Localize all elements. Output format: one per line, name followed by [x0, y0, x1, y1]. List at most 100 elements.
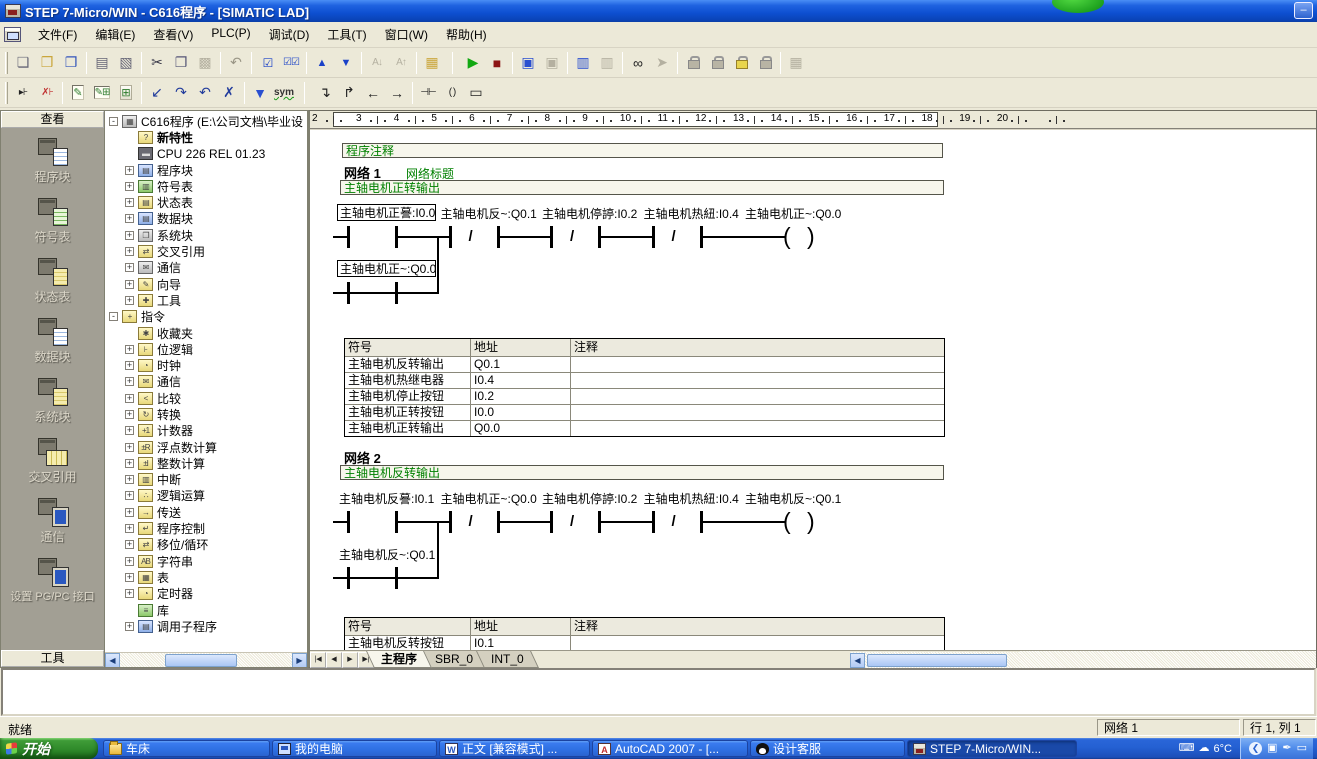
- contact[interactable]: [550, 511, 553, 533]
- new-button[interactable]: ❏: [11, 51, 35, 75]
- rollback-icon[interactable]: ❮: [1248, 742, 1262, 755]
- tree-item-12[interactable]: - + 指令: [105, 309, 307, 325]
- tree-item-5[interactable]: + ▤ 状态表: [105, 194, 307, 210]
- view-lad-button[interactable]: ✎⊞: [90, 81, 114, 105]
- tree-item-17[interactable]: + < 比较: [105, 390, 307, 406]
- coil[interactable]: (: [783, 224, 791, 248]
- save-all-button[interactable]: ❐: [59, 51, 83, 75]
- cut-button[interactable]: ✂: [145, 51, 169, 75]
- symbol-table-cell[interactable]: [570, 373, 944, 388]
- symbol-table-cell[interactable]: Q0.1: [470, 357, 570, 372]
- expand-icon[interactable]: +: [125, 475, 134, 485]
- expand-icon[interactable]: +: [125, 361, 134, 371]
- ladder-cell-label[interactable]: 主轴电机正~:Q0.0: [745, 206, 841, 223]
- contact[interactable]: [448, 511, 452, 533]
- output-window[interactable]: [1, 668, 1316, 716]
- compile-button[interactable]: ☑: [255, 51, 279, 75]
- paste-button[interactable]: ▩: [193, 51, 217, 75]
- coil[interactable]: ): [807, 509, 815, 533]
- expand-icon[interactable]: +: [125, 524, 134, 534]
- coil[interactable]: ): [807, 224, 815, 248]
- collapse-icon[interactable]: -: [109, 116, 118, 126]
- tree-item-30[interactable]: ≡ 库: [105, 602, 307, 618]
- unforce-all-button[interactable]: [753, 51, 777, 75]
- first-pou-button[interactable]: |◀: [310, 652, 326, 668]
- sidebar-item-设置 PG/PC 接口[interactable]: 设置 PG/PC 接口: [1, 558, 104, 604]
- tab-horizontal-scrollbar[interactable]: ◀: [850, 652, 1020, 668]
- network-comment-box[interactable]: 主轴电机正转输出: [340, 180, 944, 195]
- symbol-table-cell[interactable]: 主轴电机热继电器: [345, 373, 470, 388]
- taskbar-button-STEP 7-Micro/WIN...[interactable]: STEP 7-Micro/WIN...: [907, 740, 1077, 757]
- view-project-button[interactable]: ✎: [66, 81, 90, 105]
- expand-icon[interactable]: +: [125, 198, 134, 208]
- menu-item-1[interactable]: 编辑(E): [86, 22, 144, 47]
- tree-item-19[interactable]: + +1 计数器: [105, 423, 307, 439]
- contact-button[interactable]: ⊣⊢: [416, 81, 440, 105]
- expand-icon[interactable]: +: [125, 377, 134, 387]
- ladder-cell-label[interactable]: 主轴电机正~:Q0.0: [337, 260, 436, 277]
- symbol-table-row[interactable]: 主轴电机反转输出 Q0.1: [345, 356, 944, 372]
- contact[interactable]: [347, 567, 350, 589]
- symbol-info-table[interactable]: 符号 地址 注释 主轴电机反转按钮 I0.1: [344, 617, 945, 650]
- tree-item-24[interactable]: + → 传送: [105, 504, 307, 520]
- sort-descending-button[interactable]: A↑: [389, 51, 413, 75]
- collapse-icon[interactable]: -: [109, 312, 118, 322]
- ladder-cell-label[interactable]: 主轴电机正~:Q0.0: [441, 491, 537, 508]
- undo-button[interactable]: ↶: [224, 51, 248, 75]
- contact[interactable]: [448, 226, 452, 248]
- ladder-cell-label[interactable]: 主轴电机热紐:I0.4: [644, 206, 739, 223]
- print-preview-button[interactable]: ▧: [114, 51, 138, 75]
- taskbar-button-设计客服[interactable]: 设计客服: [750, 740, 905, 757]
- toolbar-drag-handle[interactable]: [5, 81, 8, 104]
- download-button[interactable]: ▼: [334, 51, 358, 75]
- symbol-table-cell[interactable]: 主轴电机正转输出: [345, 421, 470, 436]
- taskbar-button-我的电脑[interactable]: 我的电脑: [272, 740, 437, 757]
- open-button[interactable]: ❒: [35, 51, 59, 75]
- program-status-button[interactable]: ▣: [516, 51, 540, 75]
- next-pou-button[interactable]: ▶: [342, 652, 358, 668]
- unforce-button[interactable]: [705, 51, 729, 75]
- symbol-table-row[interactable]: 主轴电机正转按钮 I0.0: [345, 404, 944, 420]
- tree-item-21[interactable]: + ±I 整数计算: [105, 455, 307, 471]
- expand-icon[interactable]: +: [125, 181, 134, 191]
- prev-pou-button[interactable]: ◀: [326, 652, 342, 668]
- ladder-cell-label[interactable]: 主轴电机反~:Q0.1: [339, 547, 435, 564]
- symbol-table-row[interactable]: 主轴电机正转输出 Q0.0: [345, 420, 944, 436]
- sidebar-item-数据块[interactable]: 数据块: [1, 318, 104, 365]
- status-glasses-button[interactable]: ∞: [626, 51, 650, 75]
- line-right-button[interactable]: →: [385, 81, 409, 105]
- scrollbar-thumb[interactable]: [867, 653, 1007, 667]
- expand-icon[interactable]: +: [125, 214, 134, 224]
- taskbar-button-车床[interactable]: 车床: [103, 740, 270, 757]
- sidebar-item-交叉引用[interactable]: 交叉引用: [1, 438, 104, 485]
- expand-icon[interactable]: +: [125, 247, 134, 257]
- contact[interactable]: [347, 282, 350, 304]
- tree-item-1[interactable]: ? 新特性: [105, 129, 307, 145]
- tree-item-4[interactable]: + ▥ 符号表: [105, 178, 307, 194]
- ladder-program-area[interactable]: 程序注释 网络 1 网络标题 主轴电机正转输出 主轴电机正謩:I0.0 主轴电机反~:Q0…: [310, 130, 1316, 650]
- expand-icon[interactable]: +: [125, 230, 134, 240]
- ladder-cell-label[interactable]: 主轴电机热紐:I0.4: [644, 491, 739, 508]
- pause-program-status-button[interactable]: ▣: [540, 51, 564, 75]
- tree-item-8[interactable]: + ⇄ 交叉引用: [105, 243, 307, 259]
- delete-branch-button[interactable]: ✗: [217, 81, 241, 105]
- symbol-table-cell[interactable]: I0.4: [470, 373, 570, 388]
- expand-icon[interactable]: +: [125, 393, 134, 403]
- menu-item-6[interactable]: 窗口(W): [376, 22, 437, 47]
- menu-item-5[interactable]: 工具(T): [318, 22, 375, 47]
- symbol-table-cell[interactable]: 主轴电机正转按钮: [345, 405, 470, 420]
- symbolic-addressing-button[interactable]: sym: [272, 81, 296, 105]
- timed-force-button[interactable]: [729, 51, 753, 75]
- tree-item-25[interactable]: + ↵ 程序控制: [105, 520, 307, 536]
- expand-icon[interactable]: +: [125, 540, 134, 550]
- tree-item-2[interactable]: ▬ CPU 226 REL 01.23: [105, 146, 307, 162]
- chart-status-button[interactable]: ▥: [571, 51, 595, 75]
- contact[interactable]: [347, 511, 350, 533]
- tools-bar-header[interactable]: 工具: [1, 650, 104, 667]
- box-button[interactable]: ▭: [464, 81, 488, 105]
- program-comment-box[interactable]: 程序注释: [342, 143, 943, 158]
- memory-button[interactable]: ▦: [784, 51, 808, 75]
- print-button[interactable]: ▤: [90, 51, 114, 75]
- clear-bookmarks-button[interactable]: ✗⊦: [35, 81, 59, 105]
- tree-item-7[interactable]: + ❐ 系统块: [105, 227, 307, 243]
